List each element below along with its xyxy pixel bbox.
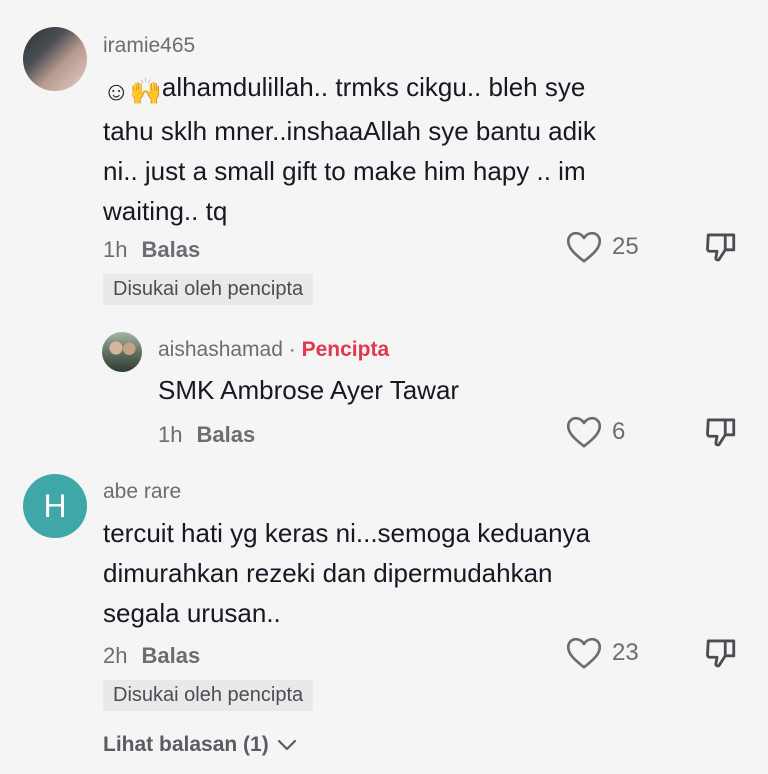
heart-outline-icon xyxy=(566,416,602,448)
creator-tag: Pencipta xyxy=(301,338,390,361)
liked-by-creator-badge: Disukai oleh pencipta xyxy=(103,680,314,711)
comment-time: 1h xyxy=(158,422,183,447)
like-count: 6 xyxy=(612,418,626,445)
thumbs-down-icon[interactable] xyxy=(704,230,738,264)
comment-meta: 1h Balas xyxy=(158,422,255,448)
like-button[interactable]: 23 xyxy=(566,636,639,670)
liked-by-creator-badge: Disukai oleh pencipta xyxy=(103,274,314,305)
comment-meta: 1h Balas xyxy=(103,237,200,263)
avatar[interactable] xyxy=(23,27,87,91)
like-button[interactable]: 25 xyxy=(566,230,639,264)
heart-outline-icon xyxy=(566,231,602,263)
view-replies-button[interactable]: Lihat balasan (1) xyxy=(103,733,297,757)
comment-meta: 2h Balas xyxy=(103,643,200,669)
like-count: 25 xyxy=(612,233,639,260)
comment-text: tercuit hati yg keras ni...semoga keduan… xyxy=(103,518,591,628)
comment-time: 1h xyxy=(103,237,128,262)
comment-time: 2h xyxy=(103,643,128,668)
view-replies-label: Lihat balasan (1) xyxy=(103,733,269,756)
comment-username[interactable]: abe rare xyxy=(103,480,181,504)
comment-username: aishashamad · Pencipta xyxy=(158,338,389,362)
separator-dot: · xyxy=(288,338,296,361)
thumbs-down-icon[interactable] xyxy=(704,415,738,449)
comment-username[interactable]: iramie465 xyxy=(103,34,195,58)
reply-username[interactable]: aishashamad xyxy=(158,338,283,361)
comment-text: ☺🙌alhamdulillah.. trmks cikgu.. bleh sye… xyxy=(103,72,596,226)
chevron-down-icon xyxy=(277,739,296,751)
reply-button[interactable]: Balas xyxy=(196,422,255,447)
emoji: ☺🙌 xyxy=(103,76,162,106)
heart-outline-icon xyxy=(566,637,602,669)
thumbs-down-icon[interactable] xyxy=(704,636,738,670)
like-count: 23 xyxy=(612,639,639,666)
avatar[interactable] xyxy=(102,332,142,372)
comment-text: SMK Ambrose Ayer Tawar xyxy=(158,375,460,405)
avatar[interactable]: H xyxy=(23,474,87,538)
like-button[interactable]: 6 xyxy=(566,415,625,449)
reply-button[interactable]: Balas xyxy=(141,643,200,668)
reply-button[interactable]: Balas xyxy=(141,237,200,262)
